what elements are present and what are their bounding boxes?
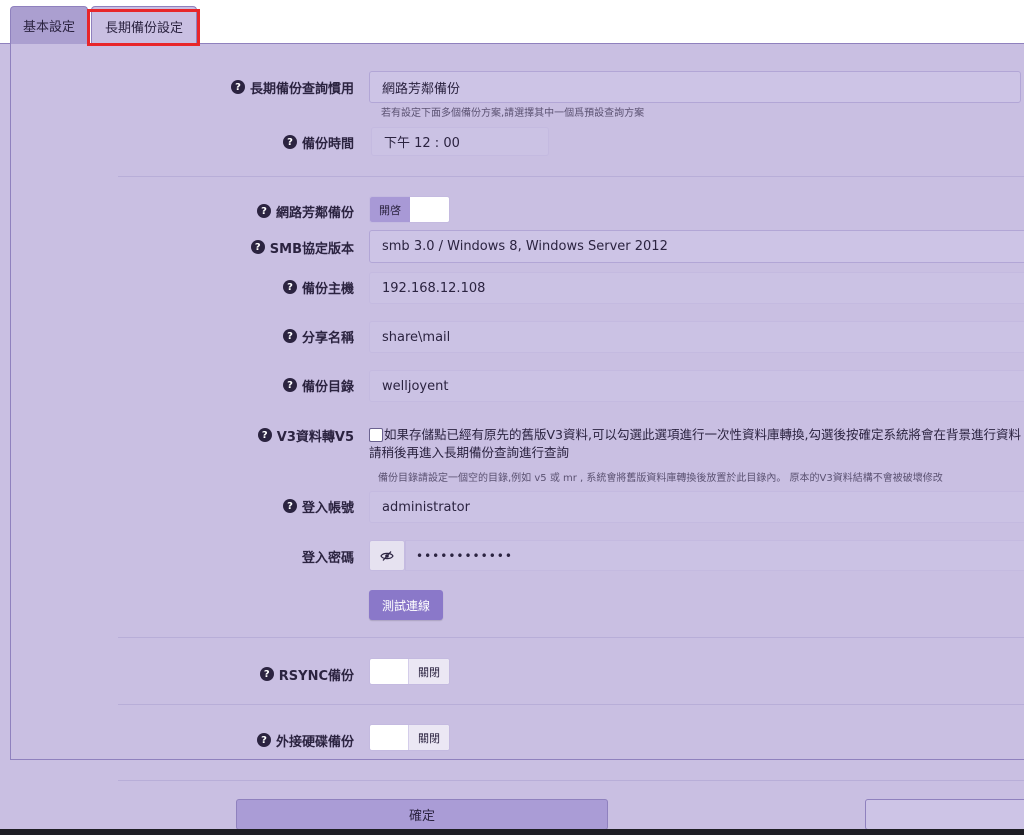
v3-convert-description-line2: 請稍後再進入長期備份查詢進行查詢: [369, 445, 570, 460]
toggle-on-label: 開啓: [370, 197, 410, 222]
section-divider: [118, 637, 1024, 638]
login-password-input[interactable]: ••••••••••••: [405, 540, 1024, 571]
help-icon[interactable]: ?: [259, 667, 274, 681]
section-divider: [118, 780, 1024, 781]
query-preference-hint: 若有設定下面多個備份方案,請選擇其中一個爲預設查詢方案: [381, 108, 645, 119]
toggle-off-label: 關閉: [408, 659, 449, 684]
help-icon[interactable]: ?: [256, 204, 271, 218]
bottom-edge: [0, 829, 1024, 835]
v3-convert-checkbox[interactable]: [369, 428, 383, 442]
help-icon[interactable]: ?: [282, 378, 297, 392]
external-disk-backup-toggle[interactable]: 關閉: [369, 724, 450, 751]
rsync-backup-toggle[interactable]: 關閉: [369, 658, 450, 685]
query-preference-label: ? 長期備份查詢慣用: [230, 77, 354, 97]
help-icon[interactable]: ?: [257, 428, 272, 442]
eye-slash-icon: [380, 550, 394, 561]
section-divider: [118, 704, 1024, 705]
backup-dir-input[interactable]: welljoyent: [369, 370, 1024, 402]
toggle-password-visibility[interactable]: [369, 540, 405, 571]
smb-version-select[interactable]: smb 3.0 / Windows 8, Windows Server 2012: [369, 230, 1024, 263]
rsync-backup-label: ? RSYNC備份: [259, 664, 354, 684]
network-backup-label: ? 網路芳鄰備份: [256, 201, 354, 221]
v3-convert-hint: 備份目錄請設定一個空的目錄,例如 v5 或 mr , 系統會將舊版資料庫轉換後放…: [378, 473, 943, 484]
smb-version-label: ? SMB協定版本: [250, 237, 354, 257]
tab-basic-settings[interactable]: 基本設定: [10, 6, 88, 44]
network-backup-toggle[interactable]: 開啓: [369, 196, 450, 223]
help-icon[interactable]: ?: [230, 80, 245, 94]
test-connection-button[interactable]: 測試連線: [369, 590, 443, 620]
v3-convert-label: ? V3資料轉V5: [257, 425, 354, 445]
backup-host-input[interactable]: 192.168.12.108: [369, 272, 1024, 304]
help-icon[interactable]: ?: [282, 280, 297, 294]
backup-host-label: ? 備份主機: [282, 277, 354, 297]
help-icon[interactable]: ?: [282, 135, 297, 149]
backup-time-input[interactable]: 下午 12 : 00: [371, 127, 549, 156]
share-name-label: ? 分享名稱: [282, 326, 354, 346]
login-password-label: 登入密碼: [301, 550, 354, 566]
left-margin: [0, 44, 10, 760]
ok-button[interactable]: 確定: [236, 799, 608, 830]
external-disk-backup-label: ? 外接硬碟備份: [256, 730, 354, 750]
backup-time-label: ? 備份時間: [282, 132, 354, 152]
cancel-button[interactable]: [865, 799, 1024, 830]
v3-convert-description: 如果存儲點已經有原先的舊版V3資料,可以勾選此選項進行一次性資料庫轉換,勾選後按…: [384, 427, 1021, 442]
section-divider: [118, 176, 1024, 177]
share-name-input[interactable]: share\mail: [369, 321, 1024, 353]
login-account-input[interactable]: administrator: [369, 491, 1024, 523]
backup-dir-label: ? 備份目錄: [282, 375, 354, 395]
login-account-label: ? 登入帳號: [282, 496, 354, 516]
help-icon[interactable]: ?: [250, 240, 265, 254]
help-icon[interactable]: ?: [282, 499, 297, 513]
help-icon[interactable]: ?: [256, 733, 271, 747]
toggle-off-label: 關閉: [408, 725, 449, 750]
query-preference-select[interactable]: 網路芳鄰備份: [369, 71, 1021, 103]
help-icon[interactable]: ?: [282, 329, 297, 343]
highlight-box: [87, 9, 200, 46]
